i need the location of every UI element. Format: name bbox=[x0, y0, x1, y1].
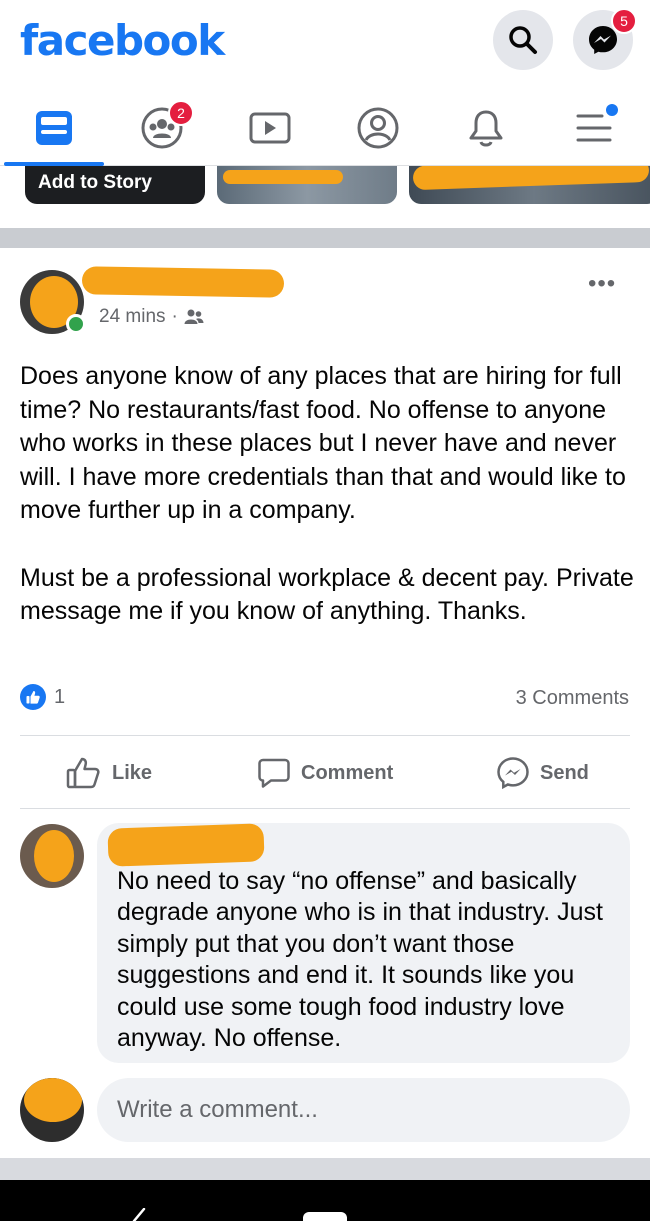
comment-text: No need to say “no offense” and basicall… bbox=[117, 867, 603, 1053]
back-icon[interactable] bbox=[130, 1208, 150, 1221]
friends-privacy-icon bbox=[184, 309, 204, 324]
write-comment-placeholder: Write a comment... bbox=[117, 1096, 318, 1123]
messenger-button[interactable]: 5 bbox=[573, 8, 637, 70]
menu-notification-dot bbox=[606, 104, 618, 116]
post-paragraph: Does anyone know of any places that are … bbox=[20, 362, 626, 525]
section-divider bbox=[0, 1158, 650, 1180]
comment-button[interactable]: Comment bbox=[257, 752, 393, 794]
divider-line bbox=[20, 735, 630, 736]
messenger-badge: 5 bbox=[611, 8, 637, 34]
thumbs-up-icon bbox=[66, 757, 100, 789]
comment-icon bbox=[258, 758, 290, 788]
redacted-commenter-name[interactable] bbox=[107, 823, 265, 867]
groups-badge: 2 bbox=[168, 100, 194, 126]
app-header: facebook 5 bbox=[0, 0, 650, 90]
redaction-mark bbox=[223, 170, 343, 184]
send-button[interactable]: Send bbox=[496, 752, 589, 794]
story-card[interactable] bbox=[217, 166, 397, 204]
current-user-avatar bbox=[20, 1078, 84, 1142]
facebook-logo[interactable]: facebook bbox=[20, 16, 225, 65]
menu-icon bbox=[576, 114, 612, 142]
reaction-summary[interactable]: 1 bbox=[20, 684, 65, 710]
section-divider bbox=[0, 228, 650, 248]
video-icon bbox=[249, 112, 291, 144]
post-timestamp[interactable]: 24 mins bbox=[99, 306, 166, 328]
comments-count[interactable]: 3 Comments bbox=[516, 687, 629, 710]
home-icon[interactable] bbox=[303, 1212, 347, 1221]
tab-menu[interactable] bbox=[540, 90, 648, 166]
tab-home[interactable] bbox=[0, 90, 108, 166]
like-button[interactable]: Like bbox=[66, 752, 152, 794]
redaction-mark bbox=[34, 830, 74, 882]
system-navigation-bar bbox=[0, 1180, 650, 1221]
search-button[interactable] bbox=[493, 10, 553, 70]
bell-icon bbox=[469, 110, 503, 147]
comment-label: Comment bbox=[301, 761, 394, 784]
like-count: 1 bbox=[54, 685, 66, 708]
tab-notifications[interactable] bbox=[432, 90, 540, 166]
write-comment-input[interactable]: Write a comment... bbox=[97, 1078, 630, 1142]
like-label: Like bbox=[112, 761, 153, 784]
home-feed-icon bbox=[36, 111, 72, 145]
profile-icon bbox=[357, 107, 399, 149]
add-story-card[interactable]: Add to Story bbox=[25, 166, 205, 204]
commenter-avatar[interactable] bbox=[20, 824, 84, 888]
add-story-label: Add to Story bbox=[38, 172, 152, 193]
meta-separator: · bbox=[171, 306, 178, 327]
post-body: Does anyone know of any places that are … bbox=[20, 360, 640, 629]
search-icon bbox=[509, 26, 537, 54]
tab-groups[interactable]: 2 bbox=[108, 90, 216, 166]
divider-line bbox=[20, 808, 630, 809]
like-reaction-icon bbox=[20, 684, 46, 710]
redaction-mark bbox=[24, 1078, 82, 1122]
top-navigation: 2 bbox=[0, 90, 650, 166]
messenger-send-icon bbox=[497, 757, 529, 790]
redaction-mark bbox=[412, 166, 650, 191]
tab-profile[interactable] bbox=[324, 90, 432, 166]
post-paragraph: Must be a professional workplace & decen… bbox=[20, 563, 634, 626]
online-status-dot bbox=[66, 314, 86, 334]
post-options-button[interactable]: ••• bbox=[588, 270, 616, 298]
redacted-author-name[interactable] bbox=[81, 266, 285, 298]
story-card[interactable] bbox=[409, 166, 650, 204]
post-meta: 24 mins · bbox=[99, 306, 204, 328]
tab-watch[interactable] bbox=[216, 90, 324, 166]
stories-strip: Add to Story bbox=[0, 166, 650, 228]
send-label: Send bbox=[540, 761, 589, 784]
